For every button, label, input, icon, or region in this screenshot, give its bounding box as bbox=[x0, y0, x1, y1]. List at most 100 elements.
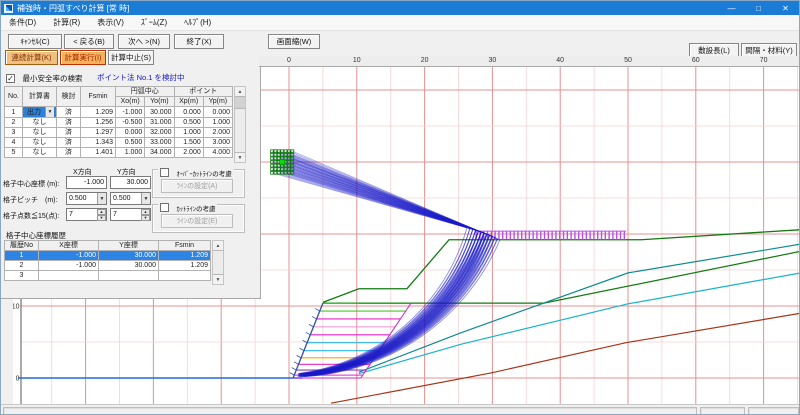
table-row[interactable]: 2なし済1.256-0.50031.0000.5001.000 bbox=[5, 118, 233, 128]
cell[interactable] bbox=[39, 271, 99, 281]
chevron-down-icon[interactable]: ▼ bbox=[97, 193, 106, 204]
cell[interactable]: 1 bbox=[5, 107, 23, 118]
cell[interactable]: 済 bbox=[57, 118, 81, 128]
menu-conditions[interactable]: 条件(D) bbox=[9, 17, 36, 28]
scroll-up-icon[interactable]: ▲ bbox=[235, 87, 245, 97]
cell[interactable]: -1.000 bbox=[39, 261, 99, 271]
menu-view[interactable]: 表示(V) bbox=[97, 17, 124, 28]
table-row[interactable]: 4なし済1.3430.50033.0001.5003.000 bbox=[5, 138, 233, 148]
cancel-button[interactable]: ｷｬﾝｾﾙ(C) bbox=[8, 34, 62, 49]
cell[interactable]: 3.000 bbox=[203, 138, 232, 148]
cell[interactable]: 1.209 bbox=[81, 107, 116, 118]
checkbox-unchecked-icon[interactable] bbox=[160, 168, 169, 177]
close-icon[interactable]: ✕ bbox=[772, 1, 799, 15]
finish-button[interactable]: 終了(X) bbox=[174, 34, 224, 49]
minimize-icon[interactable]: — bbox=[718, 1, 745, 15]
cell[interactable]: 30.000 bbox=[99, 261, 159, 271]
cell[interactable]: 0.000 bbox=[174, 107, 203, 118]
cell[interactable]: なし bbox=[23, 148, 57, 158]
title-bar[interactable]: 補強時・円弧すべり計算 [常 時] — □ ✕ bbox=[1, 1, 799, 15]
spin-down-icon[interactable]: ▼ bbox=[141, 215, 150, 221]
cell[interactable]: 1.297 bbox=[81, 128, 116, 138]
cell[interactable]: 30.000 bbox=[145, 107, 174, 118]
history-row[interactable]: 2-1.00030.0001.209 bbox=[5, 261, 211, 271]
checkbox-checked-icon[interactable]: ✓ bbox=[6, 74, 15, 83]
cell[interactable]: 済 bbox=[57, 107, 81, 118]
cell[interactable]: 2.000 bbox=[174, 148, 203, 158]
grid-center-x-input[interactable]: -1.000 bbox=[66, 176, 107, 189]
cell[interactable]: 済 bbox=[57, 128, 81, 138]
history-table[interactable]: 履歴No X座標 Y座標 Fsmin 1-1.00030.0001.2092-1… bbox=[4, 240, 211, 281]
table-row[interactable]: 3なし済1.2970.00032.0001.0002.000 bbox=[5, 128, 233, 138]
cell[interactable]: 0.500 bbox=[174, 118, 203, 128]
cell[interactable]: 34.000 bbox=[145, 148, 174, 158]
cell[interactable]: 3 bbox=[5, 128, 23, 138]
overcut-line-setting-button[interactable]: ﾗｲﾝの設定(A) bbox=[161, 179, 233, 193]
cell[interactable]: 4 bbox=[5, 138, 23, 148]
continuous-calc-button[interactable]: 連続計算(K) bbox=[5, 50, 58, 65]
back-button[interactable]: < 戻る(B) bbox=[64, 34, 114, 49]
cell[interactable]: 1.209 bbox=[159, 251, 211, 261]
cell[interactable]: -0.500 bbox=[116, 118, 145, 128]
history-row[interactable]: 1-1.00030.0001.209 bbox=[5, 251, 211, 261]
spin-down-icon[interactable]: ▼ bbox=[97, 215, 106, 221]
history-scrollbar[interactable]: ▲ ▼ bbox=[212, 240, 224, 285]
scroll-down-icon[interactable]: ▼ bbox=[235, 152, 245, 162]
cell[interactable]: 33.000 bbox=[145, 138, 174, 148]
cell[interactable]: -1.000 bbox=[39, 251, 99, 261]
cell[interactable] bbox=[99, 271, 159, 281]
menu-zoom[interactable]: ｽﾞｰﾑ(Z) bbox=[141, 17, 167, 28]
grid-points-x-stepper[interactable]: 7 ▲▼ bbox=[66, 208, 107, 221]
cell[interactable]: 1.000 bbox=[174, 128, 203, 138]
cell[interactable]: 1.500 bbox=[174, 138, 203, 148]
scroll-up-icon[interactable]: ▲ bbox=[213, 241, 223, 251]
run-calc-button[interactable]: 計算実行(I) bbox=[60, 50, 106, 65]
cut-line-setting-button[interactable]: ﾗｲﾝの設定(E) bbox=[161, 214, 233, 228]
scroll-thumb[interactable] bbox=[235, 97, 245, 109]
cell[interactable]: 1.000 bbox=[116, 148, 145, 158]
next-button[interactable]: 次へ >(N) bbox=[118, 34, 170, 49]
cell[interactable]: 0.000 bbox=[116, 128, 145, 138]
cell[interactable]: -1.000 bbox=[116, 107, 145, 118]
grid-points-y-stepper[interactable]: 7 ▲▼ bbox=[110, 208, 151, 221]
table-row[interactable]: 1出力▼済1.209-1.00030.0000.0000.000 bbox=[5, 107, 233, 118]
cell[interactable]: 2 bbox=[5, 118, 23, 128]
screen-shrink-button[interactable]: 画面縮(W) bbox=[268, 34, 320, 49]
cell[interactable]: 30.000 bbox=[99, 251, 159, 261]
cell[interactable]: 2 bbox=[5, 261, 39, 271]
cell[interactable]: 1.343 bbox=[81, 138, 116, 148]
cell[interactable]: 32.000 bbox=[145, 128, 174, 138]
cell[interactable]: 2.000 bbox=[203, 128, 232, 138]
cell[interactable]: 1.401 bbox=[81, 148, 116, 158]
grid-pitch-y-select[interactable]: 0.500 ▼ bbox=[110, 192, 151, 205]
table-row[interactable]: 5なし済1.4011.00034.0002.0004.000 bbox=[5, 148, 233, 158]
cell[interactable]: なし bbox=[23, 138, 57, 148]
cell[interactable]: 0.000 bbox=[203, 107, 232, 118]
grid-center-y-input[interactable]: 30.000 bbox=[110, 176, 151, 189]
cell[interactable]: 4.000 bbox=[203, 148, 232, 158]
cell[interactable]: なし bbox=[23, 118, 57, 128]
menu-help[interactable]: ﾍﾙﾌﾟ(H) bbox=[184, 17, 211, 28]
cell[interactable]: 済 bbox=[57, 148, 81, 158]
results-scrollbar[interactable]: ▲ ▼ bbox=[234, 86, 246, 163]
chevron-down-icon[interactable]: ▼ bbox=[141, 193, 150, 204]
checkbox-unchecked-icon[interactable] bbox=[160, 203, 169, 212]
cell[interactable]: 31.000 bbox=[145, 118, 174, 128]
slip-results-table[interactable]: No. 計算書 検討 Fsmin 円弧中心 ポイント Xo(m) Yo(m) X… bbox=[4, 86, 233, 158]
cell[interactable] bbox=[159, 271, 211, 281]
cell[interactable]: 5 bbox=[5, 148, 23, 158]
history-row[interactable]: 3 bbox=[5, 271, 211, 281]
cell[interactable]: 0.500 bbox=[116, 138, 145, 148]
cell[interactable]: 出力▼ bbox=[23, 107, 57, 118]
maximize-icon[interactable]: □ bbox=[745, 1, 772, 15]
cell[interactable]: 1.256 bbox=[81, 118, 116, 128]
stop-calc-button[interactable]: 計算中止(S) bbox=[108, 50, 154, 65]
cell[interactable]: 1.000 bbox=[203, 118, 232, 128]
cell[interactable]: 3 bbox=[5, 271, 39, 281]
chevron-down-icon[interactable]: ▼ bbox=[45, 107, 54, 117]
cell[interactable]: 1 bbox=[5, 251, 39, 261]
menu-calculation[interactable]: 計算(R) bbox=[53, 17, 80, 28]
grid-pitch-x-select[interactable]: 0.500 ▼ bbox=[66, 192, 107, 205]
cell[interactable]: 1.209 bbox=[159, 261, 211, 271]
cell[interactable]: なし bbox=[23, 128, 57, 138]
